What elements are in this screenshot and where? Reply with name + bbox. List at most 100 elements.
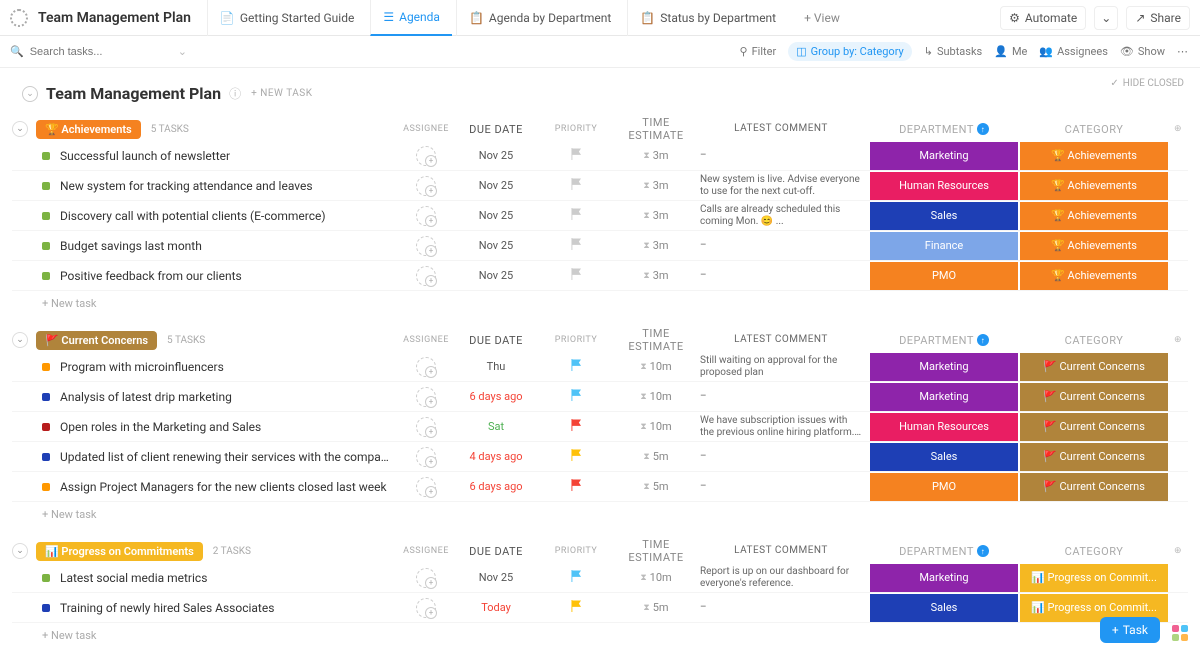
avatar-placeholder[interactable] [416,447,436,467]
hide-closed[interactable]: ✓HIDE CLOSED [1110,78,1184,89]
col-priority[interactable]: PRIORITY [536,335,616,345]
task-name[interactable]: Budget savings last month [60,239,390,253]
automate-chevron[interactable]: ⌄ [1094,6,1118,30]
task-name[interactable]: Discovery call with potential clients (E… [60,209,390,223]
task-name[interactable]: Open roles in the Marketing and Sales [60,420,390,434]
col-due[interactable]: DUE DATE [456,545,536,558]
task-row[interactable]: Assign Project Managers for the new clie… [12,472,1188,502]
collapse-all[interactable]: ⌄ [22,86,38,102]
task-row[interactable]: Latest social media metrics Nov 25 ⧗10m … [12,563,1188,593]
due-cell[interactable]: Today [456,601,536,614]
add-column[interactable]: ⊕ [1168,546,1188,556]
assignee-cell[interactable] [396,206,456,226]
department-cell[interactable]: PMO [870,473,1018,501]
assignee-cell[interactable] [396,447,456,467]
task-name[interactable]: Program with microinfluencers [60,360,390,374]
group-badge[interactable]: 🏆 Achievements [36,120,141,139]
priority-cell[interactable] [536,238,616,254]
category-cell[interactable]: 🏆 Achievements [1020,232,1168,260]
me-button[interactable]: 👤Me [994,45,1027,58]
subtasks-button[interactable]: ↳Subtasks [924,45,983,58]
group-badge[interactable]: 📊 Progress on Commitments [36,542,203,561]
status-square[interactable] [42,393,50,401]
tab-getting-started[interactable]: 📄Getting Started Guide [207,0,366,36]
col-department[interactable]: DEPARTMENT ↑ [870,326,1018,354]
due-cell[interactable]: Nov 25 [456,239,536,252]
add-column[interactable]: ⊕ [1168,124,1188,134]
avatar-placeholder[interactable] [416,598,436,618]
department-cell[interactable]: Marketing [870,564,1018,592]
estimate-cell[interactable]: ⧗10m [616,390,696,403]
apps-icon[interactable] [1172,625,1188,641]
status-square[interactable] [42,182,50,190]
department-cell[interactable]: Finance [870,232,1018,260]
search-wrap[interactable]: 🔍 ⌄ [10,45,170,58]
department-cell[interactable]: PMO [870,262,1018,290]
group-by-button[interactable]: ◫Group by: Category [788,42,912,61]
category-cell[interactable]: 🏆 Achievements [1020,202,1168,230]
due-cell[interactable]: 6 days ago [456,390,536,403]
col-due[interactable]: DUE DATE [456,123,536,136]
col-category[interactable]: CATEGORY [1020,115,1168,143]
avatar-placeholder[interactable] [416,477,436,497]
add-column[interactable]: ⊕ [1168,335,1188,345]
due-cell[interactable]: Sat [456,420,536,433]
due-cell[interactable]: 4 days ago [456,450,536,463]
priority-cell[interactable] [536,178,616,194]
search-input[interactable] [30,46,172,58]
col-category[interactable]: CATEGORY [1020,537,1168,565]
category-cell[interactable]: 🏆 Achievements [1020,172,1168,200]
assignee-cell[interactable] [396,146,456,166]
status-square[interactable] [42,363,50,371]
task-name[interactable]: Positive feedback from our clients [60,269,390,283]
assignee-cell[interactable] [396,417,456,437]
avatar-placeholder[interactable] [416,357,436,377]
add-view[interactable]: + View [792,0,852,36]
status-square[interactable] [42,604,50,612]
col-priority[interactable]: PRIORITY [536,546,616,556]
task-row[interactable]: Training of newly hired Sales Associates… [12,593,1188,623]
assignee-cell[interactable] [396,266,456,286]
category-cell[interactable]: 🏆 Achievements [1020,142,1168,170]
tab-agenda[interactable]: ☰Agenda [370,0,452,36]
estimate-cell[interactable]: ⧗5m [616,601,696,614]
department-cell[interactable]: Sales [870,202,1018,230]
department-cell[interactable]: Marketing [870,383,1018,411]
col-comment[interactable]: LATEST COMMENT [696,545,866,557]
status-square[interactable] [42,272,50,280]
col-department[interactable]: DEPARTMENT ↑ [870,115,1018,143]
col-due[interactable]: DUE DATE [456,334,536,347]
col-estimate[interactable]: TIME ESTIMATE [616,327,696,353]
due-cell[interactable]: Nov 25 [456,149,536,162]
status-square[interactable] [42,423,50,431]
col-priority[interactable]: PRIORITY [536,124,616,134]
estimate-cell[interactable]: ⧗10m [616,360,696,373]
estimate-cell[interactable]: ⧗3m [616,239,696,252]
estimate-cell[interactable]: ⧗3m [616,149,696,162]
priority-cell[interactable] [536,208,616,224]
avatar-placeholder[interactable] [416,387,436,407]
assignee-cell[interactable] [396,357,456,377]
new-task-fab[interactable]: +Task [1100,617,1160,643]
category-cell[interactable]: 🚩 Current Concerns [1020,473,1168,501]
priority-cell[interactable] [536,148,616,164]
due-cell[interactable]: Nov 25 [456,571,536,584]
task-name[interactable]: Successful launch of newsletter [60,149,390,163]
estimate-cell[interactable]: ⧗10m [616,420,696,433]
priority-cell[interactable] [536,268,616,284]
estimate-cell[interactable]: ⧗3m [616,269,696,282]
avatar-placeholder[interactable] [416,176,436,196]
avatar-placeholder[interactable] [416,206,436,226]
task-row[interactable]: Updated list of client renewing their se… [12,442,1188,472]
category-cell[interactable]: 🚩 Current Concerns [1020,353,1168,381]
new-task-row[interactable]: + New task [12,291,1188,310]
department-cell[interactable]: Human Resources [870,172,1018,200]
avatar-placeholder[interactable] [416,568,436,588]
assignee-cell[interactable] [396,598,456,618]
col-estimate[interactable]: TIME ESTIMATE [616,538,696,564]
filter-button[interactable]: ⚲Filter [740,45,777,58]
task-row[interactable]: Open roles in the Marketing and Sales Sa… [12,412,1188,442]
task-name[interactable]: Updated list of client renewing their se… [60,450,390,464]
col-estimate[interactable]: TIME ESTIMATE [616,116,696,142]
col-assignee[interactable]: ASSIGNEE [396,546,456,556]
